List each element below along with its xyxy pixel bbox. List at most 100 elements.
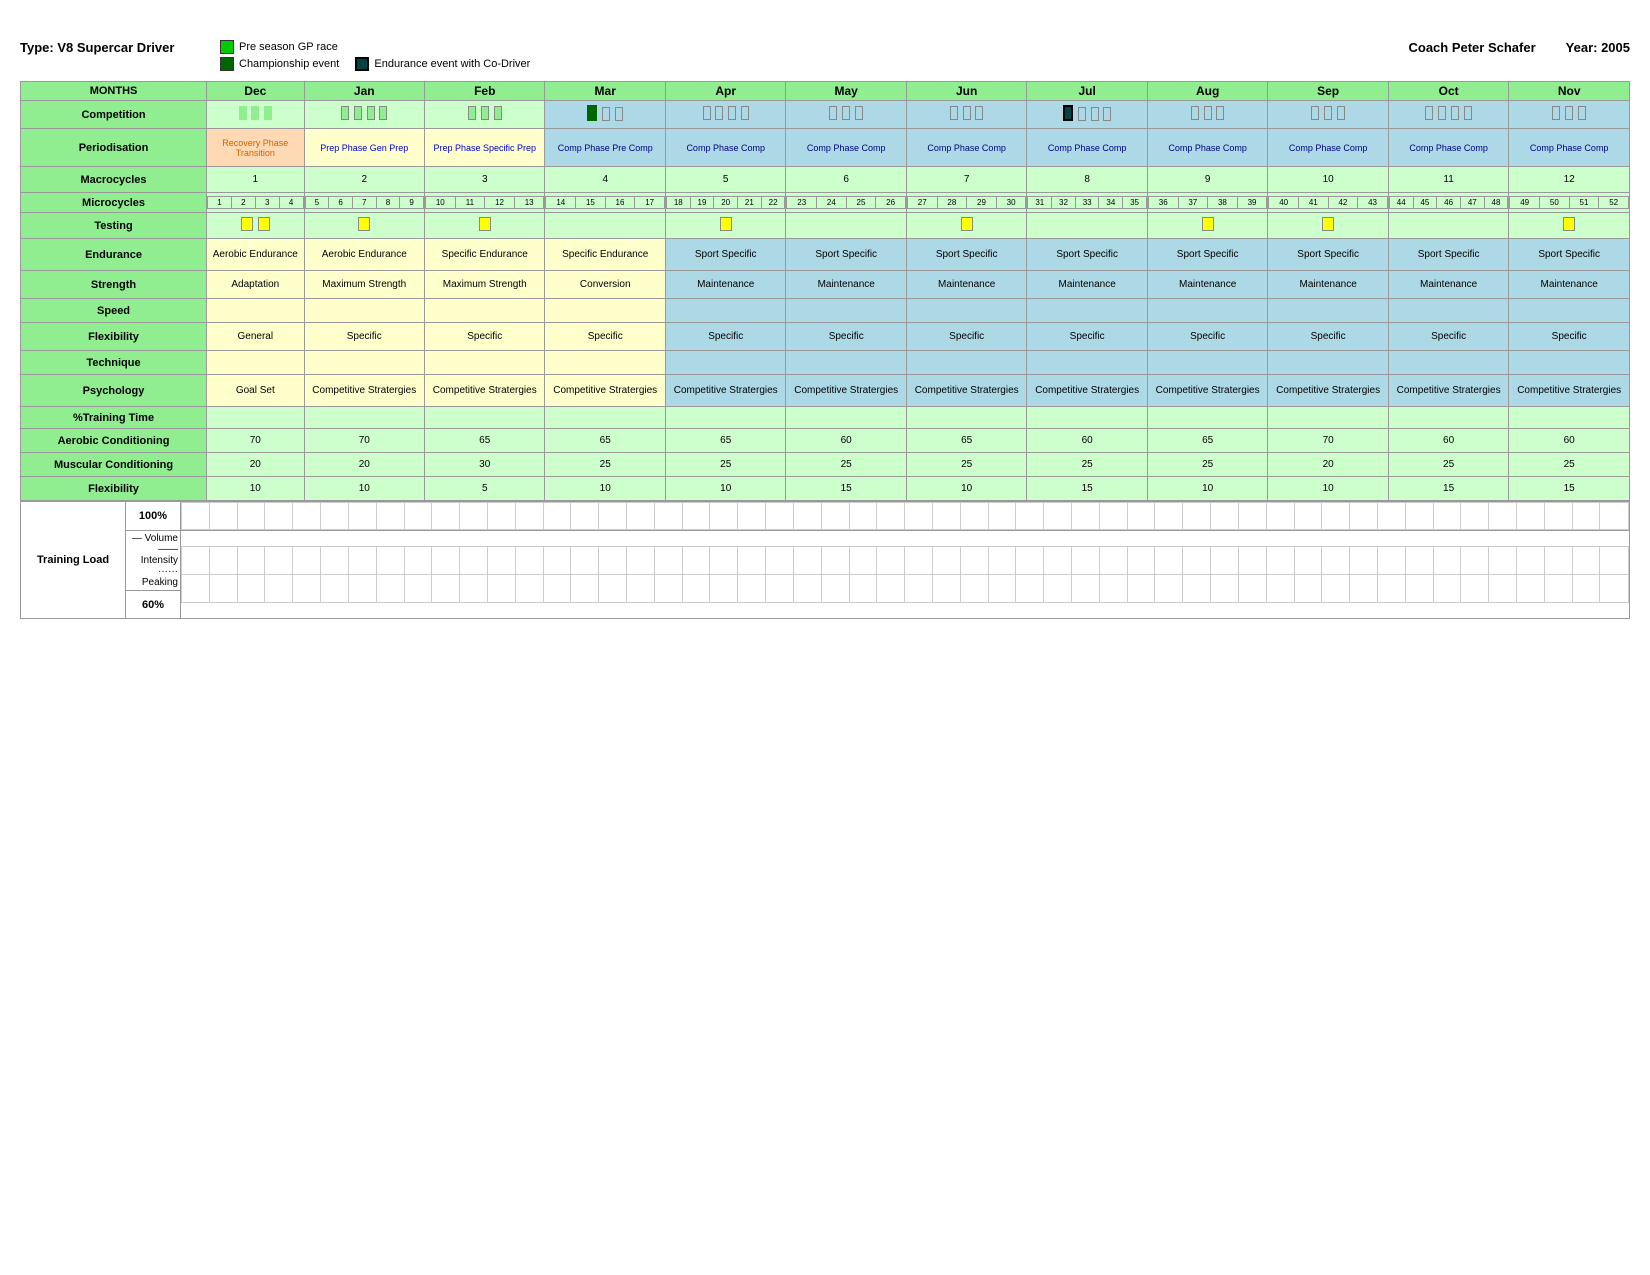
training-load-table: Training Load 100% — Volume —— Intensity…: [20, 501, 1630, 619]
strength-label: Strength: [21, 271, 207, 299]
flexibility-sep: Specific: [1268, 323, 1388, 351]
endurance-jan: Aerobic Endurance: [304, 239, 424, 271]
months-header-row: MONTHS Dec Jan Feb Mar Apr May Jun Jul A…: [21, 82, 1630, 101]
tt-apr: [665, 407, 785, 429]
mc-aug: 25: [1147, 453, 1267, 477]
period-may: Comp Phase Comp: [786, 129, 906, 167]
endurance-mar: Specific Endurance: [545, 239, 665, 271]
macro-1: 1: [207, 167, 304, 193]
flexibility-apr: Specific: [665, 323, 785, 351]
endurance-aug: Sport Specific: [1147, 239, 1267, 271]
macro-8: 8: [1027, 167, 1147, 193]
speed-jul: [1027, 299, 1147, 323]
technique-jan: [304, 351, 424, 375]
strength-jul: Maintenance: [1027, 271, 1147, 299]
micro-sep: 40 41 42 43: [1268, 193, 1388, 213]
comp-jul: [1027, 101, 1147, 129]
fp-may: 15: [786, 477, 906, 501]
testing-may: [786, 213, 906, 239]
comp-jan: [304, 101, 424, 129]
flexibility-jun: Specific: [906, 323, 1026, 351]
ac-sep: 70: [1268, 429, 1388, 453]
technique-apr: [665, 351, 785, 375]
testing-jan: [304, 213, 424, 239]
micro-jan: 5 6 7 8 9: [304, 193, 424, 213]
macro-2: 2: [304, 167, 424, 193]
tt-nov: [1509, 407, 1630, 429]
main-table: MONTHS Dec Jan Feb Mar Apr May Jun Jul A…: [20, 81, 1630, 501]
speed-jun: [906, 299, 1026, 323]
macro-9: 9: [1147, 167, 1267, 193]
training-load-label: Training Load: [21, 502, 126, 619]
macro-4: 4: [545, 167, 665, 193]
psychology-label: Psychology: [21, 375, 207, 407]
macrocycles-label: Macrocycles: [21, 167, 207, 193]
psychology-sep: Competitive Stratergies: [1268, 375, 1388, 407]
macro-7: 7: [906, 167, 1026, 193]
comp-dec: [207, 101, 304, 129]
macrocycles-row: Macrocycles 1 2 3 4 5 6 7 8 9 10 11 12: [21, 167, 1630, 193]
technique-row: Technique: [21, 351, 1630, 375]
flexibility-jul: Specific: [1027, 323, 1147, 351]
testing-jul: [1027, 213, 1147, 239]
ac-dec: 70: [207, 429, 304, 453]
endurance-feb: Specific Endurance: [425, 239, 545, 271]
tl-60-label: 60%: [126, 591, 181, 619]
mc-dec: 20: [207, 453, 304, 477]
micro-nov: 49 50 51 52: [1509, 193, 1630, 213]
comp-nov: [1509, 101, 1630, 129]
strength-aug: Maintenance: [1147, 271, 1267, 299]
strength-mar: Conversion: [545, 271, 665, 299]
macro-5: 5: [665, 167, 785, 193]
months-col-header: MONTHS: [21, 82, 207, 101]
psychology-mar: Competitive Stratergies: [545, 375, 665, 407]
period-jul: Comp Phase Comp: [1027, 129, 1147, 167]
legend-item-2: Championship event Endurance event with …: [220, 57, 530, 71]
endurance-jul: Sport Specific: [1027, 239, 1147, 271]
fp-oct: 15: [1388, 477, 1508, 501]
tl-80-label: — Volume —— Intensity ······ Peaking: [126, 531, 181, 591]
speed-apr: [665, 299, 785, 323]
tt-mar: [545, 407, 665, 429]
speed-aug: [1147, 299, 1267, 323]
speed-label: Speed: [21, 299, 207, 323]
macro-10: 10: [1268, 167, 1388, 193]
mc-mar: 25: [545, 453, 665, 477]
period-nov: Comp Phase Comp: [1509, 129, 1630, 167]
testing-sep: [1268, 213, 1388, 239]
mc-apr: 25: [665, 453, 785, 477]
month-oct: Oct: [1388, 82, 1508, 101]
comp-feb: [425, 101, 545, 129]
strength-jan: Maximum Strength: [304, 271, 424, 299]
testing-dec: [207, 213, 304, 239]
speed-oct: [1388, 299, 1508, 323]
technique-mar: [545, 351, 665, 375]
mc-jun: 25: [906, 453, 1026, 477]
tt-aug: [1147, 407, 1267, 429]
speed-feb: [425, 299, 545, 323]
speed-may: [786, 299, 906, 323]
endurance-oct: Sport Specific: [1388, 239, 1508, 271]
micro-oct: 44 45 46 47 48: [1388, 193, 1508, 213]
training-load-header-row: Training Load 100%: [21, 502, 1630, 531]
micro-jul: 31 32 33 34 35: [1027, 193, 1147, 213]
month-dec: Dec: [207, 82, 304, 101]
comp-apr: [665, 101, 785, 129]
strength-jun: Maintenance: [906, 271, 1026, 299]
testing-jun: [906, 213, 1026, 239]
flexibility-jan: Specific: [304, 323, 424, 351]
mc-may: 25: [786, 453, 906, 477]
comp-mar: [545, 101, 665, 129]
testing-feb: [425, 213, 545, 239]
type-label: Type: V8 Supercar Driver: [20, 40, 200, 55]
header-right: Coach Peter Schafer Year: 2005: [1408, 40, 1630, 55]
strength-sep: Maintenance: [1268, 271, 1388, 299]
tt-may: [786, 407, 906, 429]
psychology-dec: Goal Set: [207, 375, 304, 407]
flexibility-nov: Specific: [1509, 323, 1630, 351]
psychology-jan: Competitive Stratergies: [304, 375, 424, 407]
legend-text-1: Pre season GP race: [239, 41, 338, 53]
microcycles-row: Microcycles 1 2 3 4 5 6 7 8 9 10 11: [21, 193, 1630, 213]
comp-sep: [1268, 101, 1388, 129]
legend-area: Pre season GP race Championship event En…: [220, 40, 530, 71]
